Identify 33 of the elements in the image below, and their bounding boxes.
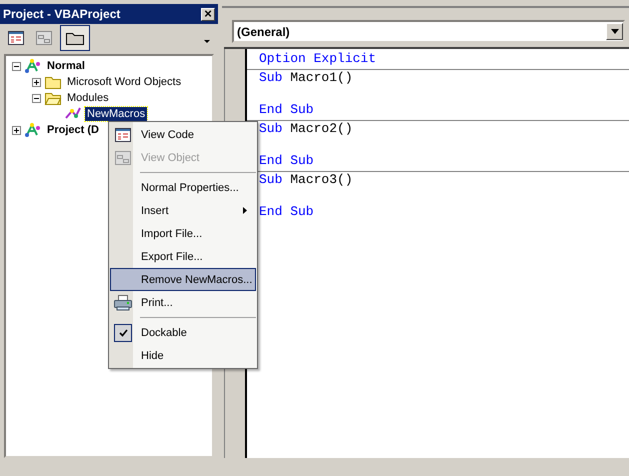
project-icon: [24, 58, 42, 74]
code-line: End Sub: [259, 204, 314, 219]
code-line: End Sub: [259, 102, 314, 117]
form-window-icon: [36, 31, 52, 45]
project-icon: [24, 122, 42, 138]
form-window-icon: [115, 150, 131, 164]
tree-item[interactable]: Normal: [45, 59, 87, 73]
code-line: Sub Macro3(): [259, 172, 353, 187]
expand-icon[interactable]: [32, 78, 41, 86]
collapse-icon[interactable]: [32, 94, 41, 102]
folder-icon: [65, 30, 85, 46]
tree-item[interactable]: Project (D: [45, 123, 101, 137]
close-button[interactable]: ×: [201, 8, 215, 20]
open-folder-icon: [44, 90, 62, 106]
folder-toggle-button[interactable]: [60, 25, 90, 51]
code-line: Sub Macro2(): [259, 121, 353, 136]
code-window-icon: [115, 128, 131, 142]
expand-icon[interactable]: [12, 126, 21, 134]
code-line: Sub Macro1(): [259, 70, 353, 85]
toolbar-options-icon[interactable]: [204, 40, 210, 43]
code-line: Option Explicit: [259, 51, 376, 66]
object-dropdown[interactable]: (General): [232, 20, 625, 43]
menu-item[interactable]: Remove NewMacros...: [110, 268, 256, 291]
printer-icon: [114, 294, 132, 310]
collapse-icon[interactable]: [12, 62, 21, 70]
tree-item[interactable]: Modules: [65, 91, 111, 105]
code-window-icon: [8, 31, 24, 45]
tree-item[interactable]: NewMacros: [85, 107, 148, 121]
code-line: End Sub: [259, 153, 314, 168]
code-editor[interactable]: Option Explicit Sub Macro1() End Sub Sub Macro2() End Sub Sub Macro3() End Sub: [247, 49, 629, 458]
tree-item[interactable]: Microsoft Word Objects: [65, 75, 184, 89]
window-title: Project - VBAProject: [3, 7, 120, 21]
folder-icon: [44, 74, 62, 90]
